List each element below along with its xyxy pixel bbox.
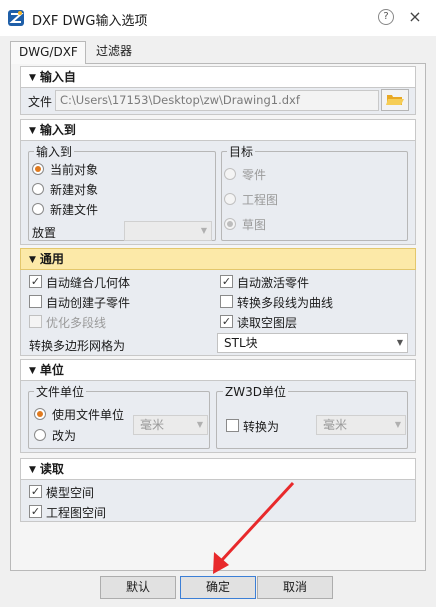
tab-dwg-dxf[interactable]: DWG/DXF: [10, 41, 86, 64]
annotation-arrow-icon: [213, 481, 295, 574]
